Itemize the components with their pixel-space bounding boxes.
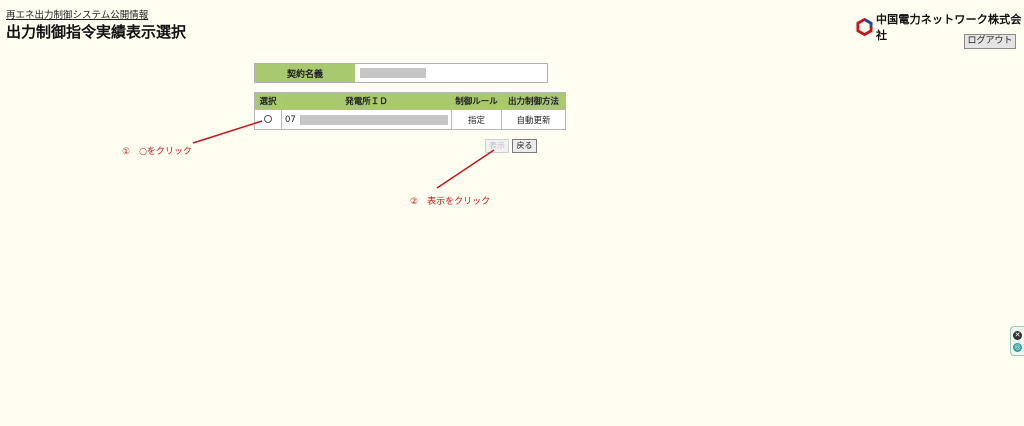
redacted-contract-name [360, 68, 426, 78]
column-header-plant-id: 発電所ＩＤ [281, 92, 452, 110]
table-row: 07 指定 自動更新 [254, 109, 566, 130]
target-icon[interactable]: ◎ [1013, 342, 1022, 352]
contract-name-row: 契約名義 [254, 63, 548, 83]
back-button[interactable]: 戻る [512, 139, 537, 153]
plant-id-prefix: 07 [285, 114, 296, 125]
contract-name-value [355, 64, 547, 82]
annotation-step1: ① ○をクリック [122, 147, 192, 157]
side-widget: ✕ ◎ [1010, 326, 1024, 356]
system-subtitle-link[interactable]: 再エネ出力制御システム公開情報 [6, 7, 148, 21]
column-header-control-method: 出力制御方法 [501, 92, 566, 110]
control-rule-cell: 指定 [451, 109, 502, 130]
annotation-arrow-step1 [192, 120, 263, 144]
select-cell [254, 109, 282, 130]
select-radio[interactable] [264, 115, 272, 123]
logo-mark-icon [856, 18, 873, 36]
logout-button[interactable]: ログアウト [964, 34, 1016, 49]
control-method-cell: 自動更新 [501, 109, 566, 130]
page-title: 出力制御指令実績表示選択 [6, 23, 187, 41]
redacted-plant-id [299, 114, 448, 125]
show-button[interactable]: 表示 [485, 139, 509, 153]
annotation-step2: ② 表示をクリック [410, 197, 491, 207]
column-header-control-rule: 制御ルール [451, 92, 502, 110]
annotation-arrow-step2 [436, 149, 495, 189]
contract-name-label: 契約名義 [255, 64, 355, 82]
plant-id-cell: 07 [281, 109, 452, 130]
column-header-select: 選択 [254, 92, 282, 110]
close-icon[interactable]: ✕ [1013, 330, 1022, 340]
plant-table: 選択 発電所ＩＤ 制御ルール 出力制御方法 07 指定 自動更新 [254, 92, 566, 130]
